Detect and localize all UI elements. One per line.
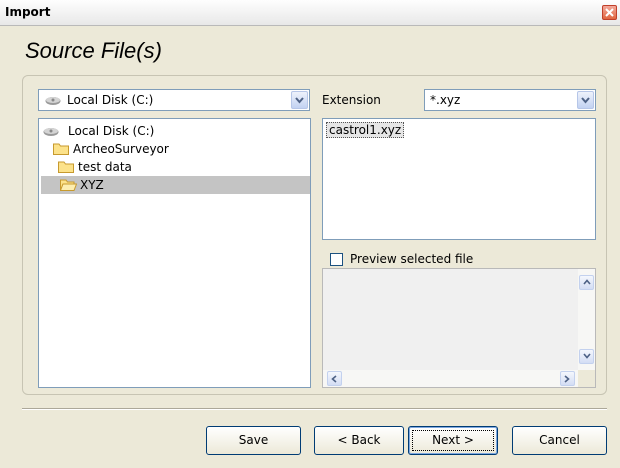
divider xyxy=(22,408,607,410)
drive-select[interactable]: Local Disk (C:) xyxy=(38,89,310,111)
tree-item-local-disk[interactable]: Local Disk (C:) xyxy=(41,122,241,140)
tree-item-archeosurveyor[interactable]: ArcheoSurveyor xyxy=(51,140,251,158)
cancel-button[interactable]: Cancel xyxy=(512,426,607,455)
scroll-left-button[interactable] xyxy=(327,371,342,386)
page-title: Source File(s) xyxy=(25,38,162,63)
chevron-right-icon xyxy=(564,375,570,383)
save-button[interactable]: Save xyxy=(206,426,301,455)
horizontal-scrollbar[interactable] xyxy=(323,370,579,387)
chevron-down-icon xyxy=(583,353,591,359)
scroll-right-button[interactable] xyxy=(560,371,575,386)
window-title: Import xyxy=(5,5,51,19)
extension-dropdown-button[interactable] xyxy=(577,91,594,109)
preview-checkbox[interactable] xyxy=(330,253,343,266)
tree-item-label: XYZ xyxy=(80,178,104,192)
chevron-up-icon xyxy=(583,279,591,285)
scroll-down-button[interactable] xyxy=(579,349,594,364)
scrollbar-corner xyxy=(578,370,595,387)
extension-select[interactable]: *.xyz xyxy=(424,89,596,111)
file-list[interactable]: castrol1.xyz xyxy=(322,118,596,240)
drive-select-value: Local Disk (C:) xyxy=(67,93,154,107)
tree-item-label: Local Disk (C:) xyxy=(68,124,155,138)
extension-select-value: *.xyz xyxy=(430,93,461,107)
close-button[interactable] xyxy=(602,5,617,20)
drive-dropdown-button[interactable] xyxy=(291,91,308,109)
extension-label: Extension xyxy=(322,93,381,107)
chevron-left-icon xyxy=(331,375,337,383)
file-list-item[interactable]: castrol1.xyz xyxy=(326,122,405,138)
drive-icon xyxy=(45,95,61,109)
focus-ring xyxy=(412,430,494,451)
back-button[interactable]: < Back xyxy=(314,426,404,455)
folder-open-icon xyxy=(59,178,78,196)
close-icon xyxy=(605,8,614,17)
tree-item-xyz[interactable]: XYZ xyxy=(41,176,310,194)
tree-item-label: test data xyxy=(78,160,132,174)
preview-pane xyxy=(322,268,596,388)
title-bar: Import xyxy=(0,0,620,26)
chevron-down-icon xyxy=(295,97,304,104)
next-button[interactable]: Next > xyxy=(408,426,498,455)
preview-checkbox-label[interactable]: Preview selected file xyxy=(350,252,473,266)
tree-item-label: ArcheoSurveyor xyxy=(73,142,169,156)
chevron-down-icon xyxy=(581,97,590,104)
tree-item-test-data[interactable]: test data xyxy=(56,158,256,176)
folder-tree[interactable]: Local Disk (C:) ArcheoSurveyor test data… xyxy=(38,118,311,388)
vertical-scrollbar[interactable] xyxy=(578,269,595,370)
scroll-up-button[interactable] xyxy=(579,275,594,290)
